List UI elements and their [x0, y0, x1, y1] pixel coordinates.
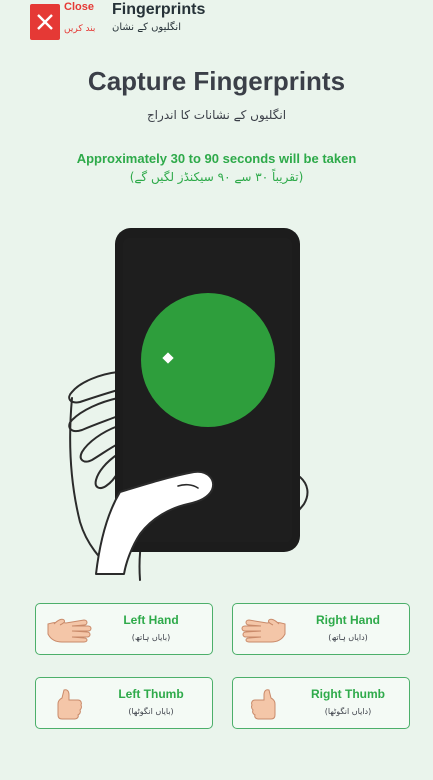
close-button[interactable] [30, 4, 60, 40]
time-estimate-note-urdu: (تقریباً ۳۰ سے ۹۰ سیکنڈز لگیں گے) [129, 170, 304, 184]
right-thumb-label-urdu: (دایاں انگوٹھا) [324, 707, 372, 716]
left-thumb-label-urdu: (بایاں انگوٹھا) [128, 707, 174, 716]
right-thumb-button[interactable]: Right Thumb (دایاں انگوٹھا) [232, 677, 410, 729]
left-thumb-label: Left Thumb [118, 687, 184, 701]
scanner-circle[interactable] [141, 293, 275, 427]
close-icon [37, 14, 53, 30]
time-estimate-note: Approximately 30 to 90 seconds will be t… [76, 151, 357, 166]
right-hand-label: Right Hand [316, 613, 380, 627]
header-title-urdu: انگلیوں کے نشان [112, 22, 181, 33]
page-title-urdu: انگلیوں کے نشانات کا اندراج [146, 108, 287, 122]
left-hand-button[interactable]: Left Hand (بایاں ہاتھ) [35, 603, 213, 655]
right-hand-label-urdu: (دایاں ہاتھ) [328, 633, 368, 642]
left-hand-label: Left Hand [123, 613, 179, 627]
close-label[interactable]: Close [64, 2, 94, 13]
right-hand-button[interactable]: Right Hand (دایاں ہاتھ) [232, 603, 410, 655]
header-bar: Close بند کریں Fingerprints انگلیوں کے ن… [0, 0, 433, 46]
page-title: Capture Fingerprints [87, 66, 346, 96]
right-thumb-label: Right Thumb [311, 687, 385, 701]
header-title: Fingerprints [112, 1, 206, 18]
close-label-urdu[interactable]: بند کریں [64, 24, 95, 34]
left-hand-label-urdu: (بایاں ہاتھ) [131, 633, 171, 642]
left-thumb-button[interactable]: Left Thumb (بایاں انگوٹھا) [35, 677, 213, 729]
phone-scanner-illustration [68, 228, 309, 581]
fingerprints-screen: Close بند کریں Fingerprints انگلیوں کے ن… [0, 0, 433, 780]
